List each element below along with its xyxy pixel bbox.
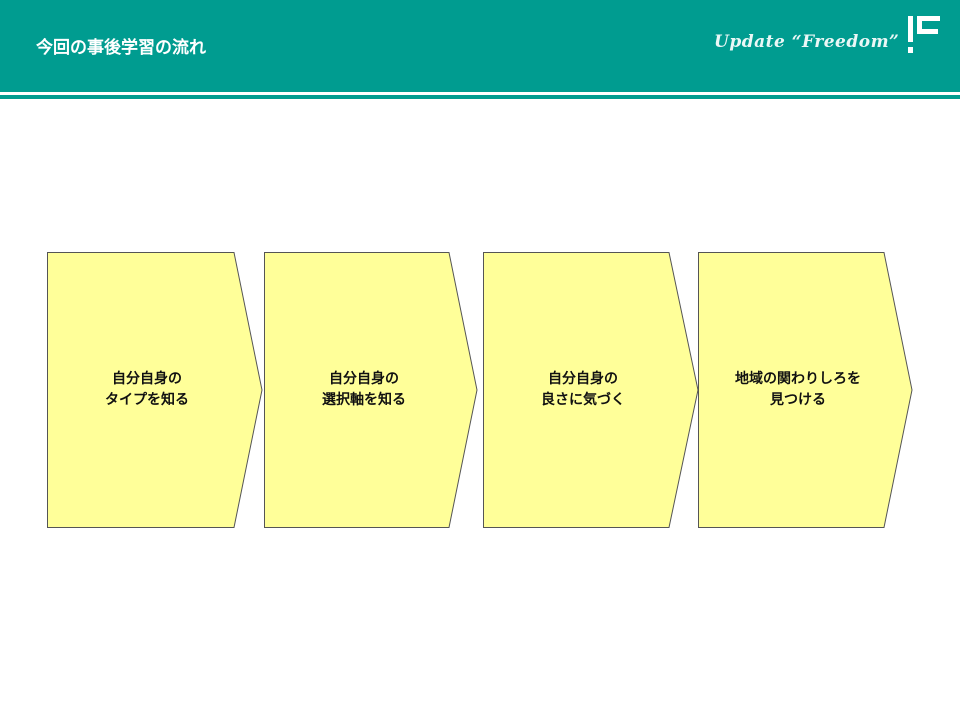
flow-step-line2: 選択軸を知る bbox=[322, 392, 406, 408]
flow-step-line2: タイプを知る bbox=[105, 392, 189, 408]
slide: 今回の事後学習の流れ Update “Freedom” 自分自身の タイプを知る… bbox=[0, 0, 960, 720]
process-flow: 自分自身の タイプを知る 自分自身の 選択軸を知る 自分自身の 良さに気づく 地… bbox=[0, 0, 960, 720]
flow-step-line2: 良さに気づく bbox=[541, 392, 625, 408]
flow-step-line1: 自分自身の bbox=[329, 371, 399, 387]
flow-step-line2: 見つける bbox=[770, 392, 826, 408]
flow-step-line1: 自分自身の bbox=[112, 371, 182, 387]
flow-step-label: 自分自身の タイプを知る bbox=[47, 252, 247, 528]
flow-step-label: 自分自身の 選択軸を知る bbox=[264, 252, 464, 528]
flow-step-line1: 地域の関わりしろを bbox=[735, 371, 861, 387]
flow-step-label: 自分自身の 良さに気づく bbox=[483, 252, 683, 528]
flow-step-label: 地域の関わりしろを 見つける bbox=[698, 252, 898, 528]
flow-step-line1: 自分自身の bbox=[548, 371, 618, 387]
